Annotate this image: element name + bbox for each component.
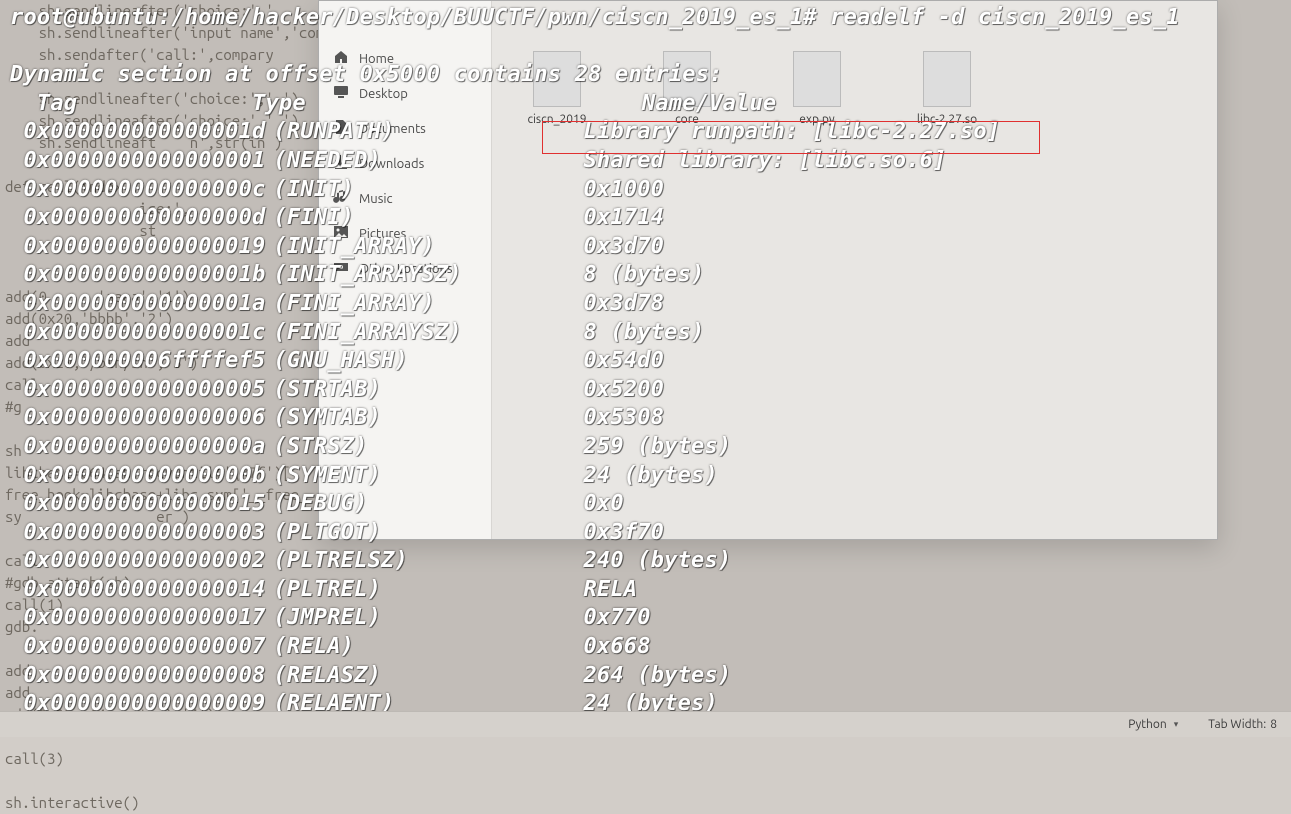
tabwidth-label: Tab Width: [1208, 718, 1266, 731]
other-icon [333, 259, 349, 278]
sidebar-item-pictures[interactable]: Pictures [319, 216, 491, 251]
file-icon [663, 51, 711, 107]
file-icon [533, 51, 581, 107]
pictures-icon [333, 224, 349, 243]
file-ciscn_2019[interactable]: ciscn_2019 [512, 51, 602, 489]
sidebar-item-label: Pictures [359, 227, 406, 241]
sidebar-item-home[interactable]: Home [319, 41, 491, 76]
tabwidth-value: 8 [1270, 718, 1277, 731]
sidebar-item-label: Documents [359, 122, 426, 136]
file-manager-main[interactable]: ciscn_2019 core exp.py libc-2.27.so [492, 1, 1217, 539]
editor-statusbar: Python Tab Width: 8 [0, 711, 1291, 737]
file-manager-window: Home Desktop Documents Downloads Music Pictur… [318, 0, 1218, 540]
sidebar-item-other[interactable]: Other Locations [319, 251, 491, 286]
music-icon [333, 189, 349, 208]
file-label: ciscn_2019 [512, 113, 602, 126]
statusbar-language[interactable]: Python [1128, 718, 1178, 731]
sidebar-item-downloads[interactable]: Downloads [319, 146, 491, 181]
statusbar-tabwidth[interactable]: Tab Width: 8 [1208, 718, 1277, 731]
file-icon [793, 51, 841, 107]
sidebar-item-label: Home [359, 52, 394, 66]
file-core[interactable]: core [642, 51, 732, 489]
sidebar-item-label: Music [359, 192, 393, 206]
sidebar-item-label: Downloads [359, 157, 424, 171]
downloads-icon [333, 154, 349, 173]
documents-icon [333, 119, 349, 138]
file-label: exp.py [772, 113, 862, 126]
file-exp.py[interactable]: exp.py [772, 51, 862, 489]
sidebar-item-music[interactable]: Music [319, 181, 491, 216]
home-icon [333, 49, 349, 68]
file-label: core [642, 113, 732, 126]
sidebar-item-label: Desktop [359, 87, 408, 101]
sidebar-item-label: Other Locations [359, 262, 453, 276]
file-manager-sidebar[interactable]: Home Desktop Documents Downloads Music Pictur… [319, 1, 492, 539]
file-libc-2.27.so[interactable]: libc-2.27.so [902, 51, 992, 489]
file-label: libc-2.27.so [902, 113, 992, 126]
file-icon [923, 51, 971, 107]
desktop-icon [333, 84, 349, 103]
sidebar-item-documents[interactable]: Documents [319, 111, 491, 146]
sidebar-item-desktop[interactable]: Desktop [319, 76, 491, 111]
